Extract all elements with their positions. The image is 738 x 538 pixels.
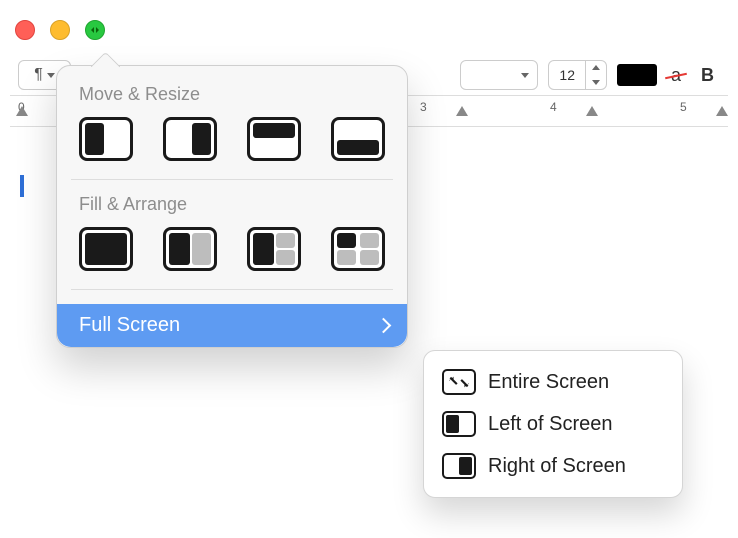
divider <box>71 289 393 290</box>
divider <box>71 179 393 180</box>
section-title-fill-arrange: Fill & Arrange <box>57 194 407 227</box>
tile-bottom-half-button[interactable] <box>331 117 385 161</box>
chevron-up-icon[interactable] <box>586 61 606 75</box>
right-of-screen-icon <box>442 453 476 479</box>
chevron-down-icon <box>521 73 529 78</box>
left-of-screen-item[interactable]: Left of Screen <box>424 403 682 445</box>
arrange-left-right-button[interactable] <box>163 227 217 271</box>
chevron-right-icon <box>376 318 392 334</box>
tile-left-half-button[interactable] <box>79 117 133 161</box>
strikethrough-button[interactable]: a <box>667 65 685 86</box>
window-close-button[interactable] <box>15 20 35 40</box>
font-size-stepper[interactable]: 12 <box>548 60 607 90</box>
left-of-screen-icon <box>442 411 476 437</box>
submenu-label: Left of Screen <box>488 413 613 436</box>
chevron-down-icon[interactable] <box>586 75 606 89</box>
submenu-label: Entire Screen <box>488 371 609 394</box>
ruler-mark: 3 <box>420 100 427 114</box>
window-minimize-button[interactable] <box>50 20 70 40</box>
right-of-screen-item[interactable]: Right of Screen <box>424 445 682 487</box>
text-cursor <box>20 175 24 197</box>
full-screen-submenu: Entire Screen Left of Screen Right of Sc… <box>423 350 683 498</box>
font-size-value: 12 <box>549 67 585 83</box>
entire-screen-item[interactable]: Entire Screen <box>424 361 682 403</box>
maximize-icon <box>90 25 100 35</box>
full-screen-label: Full Screen <box>79 314 180 337</box>
bold-button[interactable]: B <box>695 65 720 86</box>
arrange-quarters-button[interactable] <box>331 227 385 271</box>
tile-top-half-button[interactable] <box>247 117 301 161</box>
window-maximize-button[interactable] <box>85 20 105 40</box>
entire-screen-icon <box>442 369 476 395</box>
ruler-mark: 5 <box>680 100 687 114</box>
text-color-swatch[interactable] <box>617 64 657 86</box>
tile-right-half-button[interactable] <box>163 117 217 161</box>
pilcrow-icon: ¶ <box>34 66 43 84</box>
indent-marker-icon[interactable] <box>16 106 28 116</box>
tab-marker-icon[interactable] <box>716 106 728 116</box>
ruler-mark: 4 <box>550 100 557 114</box>
chevron-down-icon <box>47 73 55 78</box>
submenu-label: Right of Screen <box>488 455 626 478</box>
arrange-left-stack-button[interactable] <box>247 227 301 271</box>
font-size-stepper-buttons[interactable] <box>585 61 606 89</box>
section-title-move-resize: Move & Resize <box>57 84 407 117</box>
full-screen-menu-item[interactable]: Full Screen <box>57 304 407 347</box>
tab-marker-icon[interactable] <box>456 106 468 116</box>
window-tiling-popover: Move & Resize Fill & Arrange <box>56 65 408 348</box>
font-family-select[interactable] <box>460 60 538 90</box>
move-resize-options <box>57 117 407 179</box>
fill-screen-button[interactable] <box>79 227 133 271</box>
tab-marker-icon[interactable] <box>586 106 598 116</box>
fill-arrange-options <box>57 227 407 289</box>
